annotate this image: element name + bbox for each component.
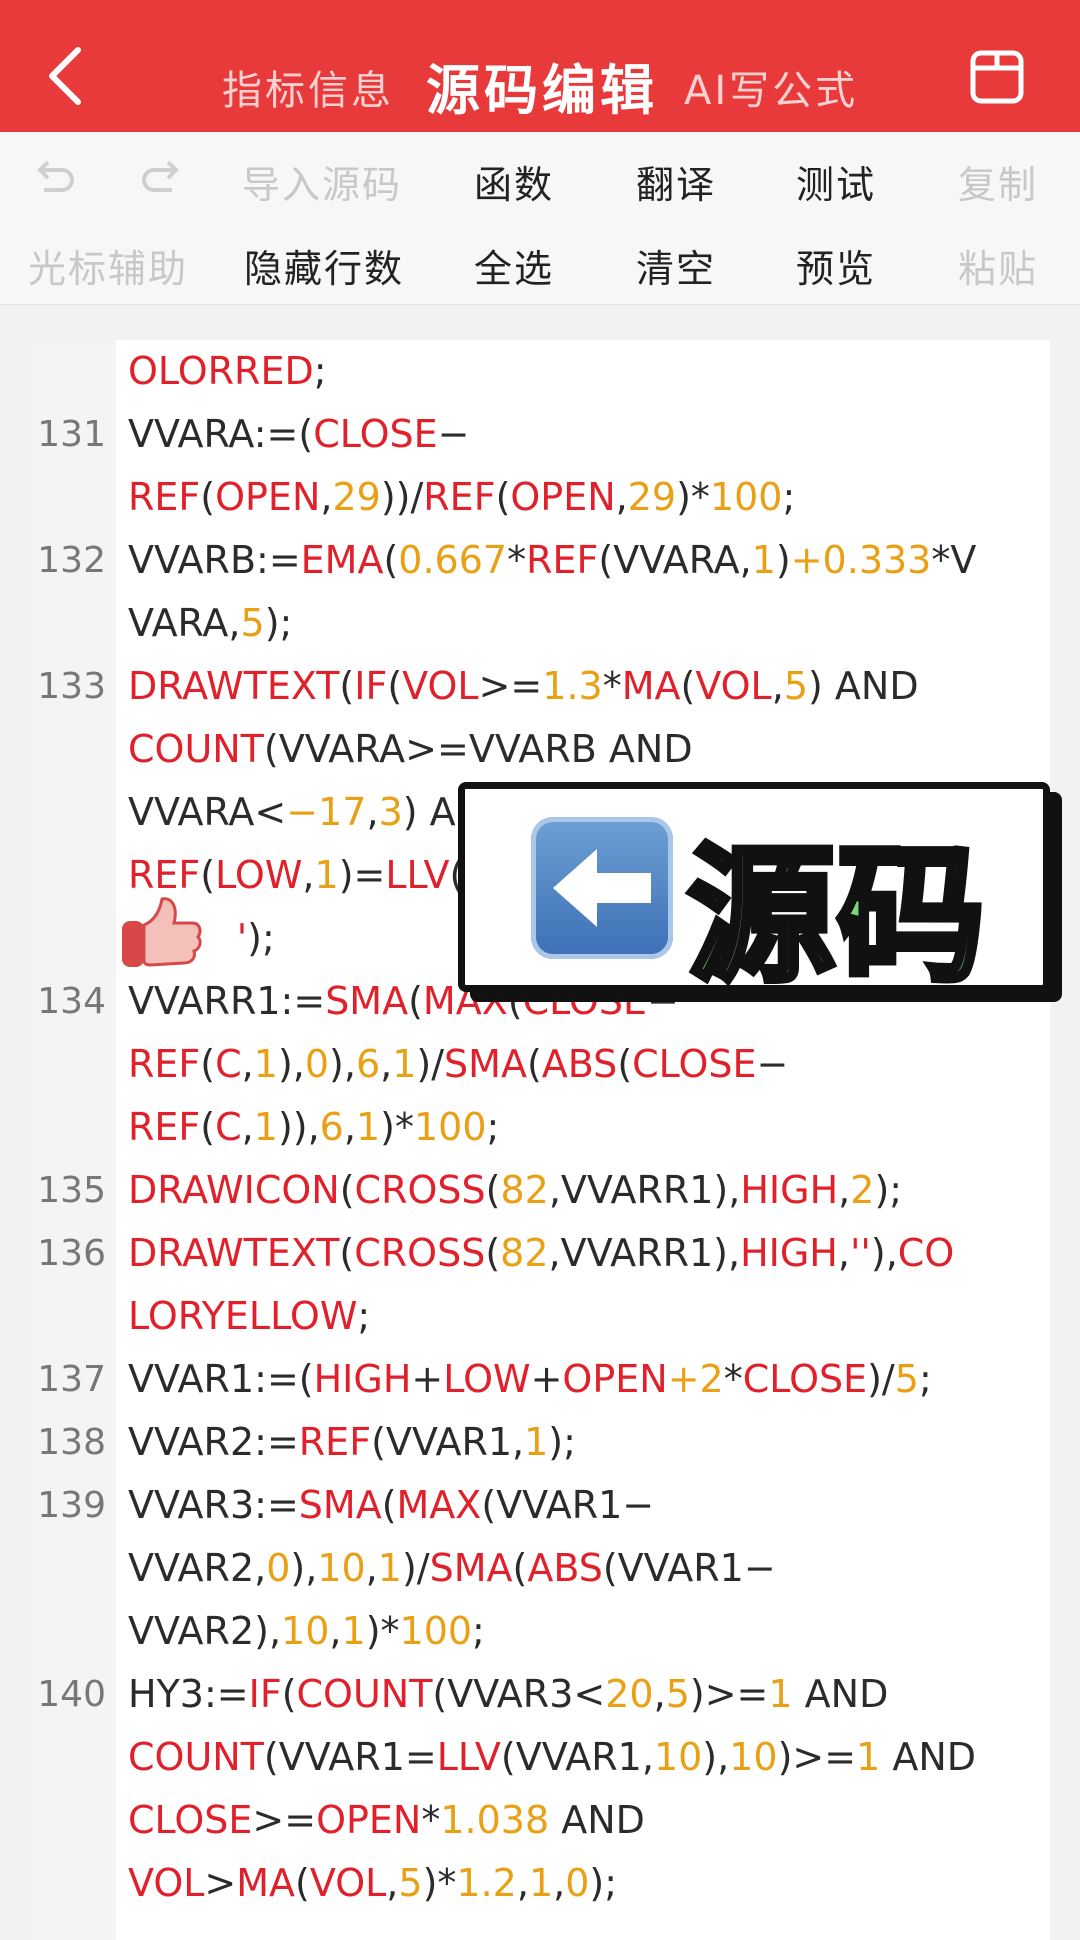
code-text[interactable]: VVAR1:=(HIGH+LOW+OPEN+2*CLOSE)/5;: [128, 1348, 932, 1411]
test-button[interactable]: 测试: [796, 154, 876, 209]
line-number: 133: [37, 666, 106, 707]
code-text[interactable]: DRAWTEXT(IF(VOL>=1.3*MA(VOL,5) AND: [128, 655, 919, 718]
code-line[interactable]: 138 VVAR2:=REF(VVAR1,1);: [28, 1411, 1050, 1474]
undo-button[interactable]: [30, 154, 78, 202]
code-text[interactable]: VOL>MA(VOL,5)*1.2,1,0);: [128, 1852, 617, 1915]
save-button[interactable]: [970, 50, 1024, 104]
line-number: 134: [37, 981, 106, 1022]
code-line[interactable]: 139 VVAR3:=SMA(MAX(VVAR1−: [28, 1474, 1050, 1537]
preview-button[interactable]: 预览: [796, 238, 876, 293]
code-line[interactable]: 136 DRAWTEXT(CROSS(82,VVARR1),HIGH,''),CO: [28, 1222, 1050, 1285]
code-text[interactable]: VARA,5);: [128, 592, 292, 655]
code-text[interactable]: CLOSE>=OPEN*1.038 AND: [128, 1789, 645, 1852]
import-source-button[interactable]: 导入源码: [242, 154, 402, 209]
redo-button[interactable]: [138, 154, 186, 202]
code-text[interactable]: COUNT(VVARA>=VVARB AND: [128, 718, 693, 781]
code-text[interactable]: COUNT(VVAR1=LLV(VVAR1,10),10)>=1 AND: [128, 1726, 976, 1789]
code-area[interactable]: OLORRED; 131 VVARA:=(CLOSE− REF(OPEN,29))/R…: [28, 340, 1050, 1915]
line-number: 135: [37, 1170, 106, 1211]
tab-indicator-info[interactable]: 指标信息: [222, 58, 394, 116]
code-text[interactable]: VVARB:=EMA(0.667*REF(VVARA,1)+0.333*V: [128, 529, 976, 592]
code-line[interactable]: REF(OPEN,29))/REF(OPEN,29)*100;: [28, 466, 1050, 529]
code-text[interactable]: DRAWTEXT(CROSS(82,VVARR1),HIGH,''),CO: [128, 1222, 954, 1285]
code-line[interactable]: 131 VVARA:=(CLOSE−: [28, 403, 1050, 466]
code-text[interactable]: HY3:=IF(COUNT(VVAR3<20,5)>=1 AND: [128, 1663, 888, 1726]
clear-button[interactable]: 清空: [636, 238, 716, 293]
redo-icon: [142, 160, 179, 192]
code-line[interactable]: 132 VVARB:=EMA(0.667*REF(VVARA,1)+0.333*V: [28, 529, 1050, 592]
code-text[interactable]: VVAR2:=REF(VVAR1,1);: [128, 1411, 576, 1474]
line-number: 138: [37, 1422, 106, 1463]
code-editor[interactable]: OLORRED; 131 VVARA:=(CLOSE− REF(OPEN,29))/R…: [28, 340, 1050, 1940]
line-number: 139: [37, 1485, 106, 1526]
code-text[interactable]: REF(OPEN,29))/REF(OPEN,29)*100;: [128, 466, 795, 529]
save-icon: [970, 50, 1024, 104]
left-arrow-emoji-icon: [531, 817, 673, 959]
code-line[interactable]: COUNT(VVAR1=LLV(VVAR1,10),10)>=1 AND: [28, 1726, 1050, 1789]
paste-button[interactable]: 粘贴: [958, 238, 1038, 293]
source-code-sticker: 源码: [458, 782, 1050, 1005]
top-bar: 指标信息 源码编辑 AI写公式: [0, 0, 1080, 132]
back-button[interactable]: [44, 44, 88, 108]
tab-source-edit[interactable]: 源码编辑: [426, 46, 658, 125]
code-line[interactable]: 135 DRAWICON(CROSS(82,VVARR1),HIGH,2);: [28, 1159, 1050, 1222]
code-line[interactable]: LORYELLOW;: [28, 1285, 1050, 1348]
code-line[interactable]: REF(C,1),0),6,1)/SMA(ABS(CLOSE−: [28, 1033, 1050, 1096]
code-text[interactable]: REF(C,1)),6,1)*100;: [128, 1096, 499, 1159]
code-text[interactable]: DRAWICON(CROSS(82,VVARR1),HIGH,2);: [128, 1159, 902, 1222]
line-number: 140: [37, 1674, 106, 1715]
code-line[interactable]: REF(C,1)),6,1)*100;: [28, 1096, 1050, 1159]
code-text[interactable]: REF(C,1),0),6,1)/SMA(ABS(CLOSE−: [128, 1033, 788, 1096]
code-line[interactable]: 137 VVAR1:=(HIGH+LOW+OPEN+2*CLOSE)/5;: [28, 1348, 1050, 1411]
code-text[interactable]: VVARA<−17,3) AND: [128, 781, 513, 844]
chevron-left-icon: [49, 47, 81, 105]
code-line[interactable]: VVAR2,0),10,1)/SMA(ABS(VVAR1−: [28, 1537, 1050, 1600]
editor-toolbar: 导入源码 函数 翻译 测试 复制 光标辅助 隐藏行数 全选 清空 预览 粘贴: [0, 132, 1080, 305]
code-line[interactable]: VVAR2),10,1)*100;: [28, 1600, 1050, 1663]
line-number: 132: [37, 540, 106, 581]
select-all-button[interactable]: 全选: [474, 238, 554, 293]
functions-button[interactable]: 函数: [474, 154, 554, 209]
sticker-title: 源码: [684, 827, 988, 1005]
tab-ai-formula[interactable]: AI写公式: [684, 58, 858, 116]
code-line[interactable]: COUNT(VVARA>=VVARB AND: [28, 718, 1050, 781]
code-line[interactable]: OLORRED;: [28, 340, 1050, 403]
line-number: 136: [37, 1233, 106, 1274]
line-number: 131: [37, 414, 106, 455]
code-line[interactable]: CLOSE>=OPEN*1.038 AND: [28, 1789, 1050, 1852]
undo-icon: [37, 160, 74, 192]
code-text[interactable]: VVARA:=(CLOSE−: [128, 403, 469, 466]
code-line[interactable]: VOL>MA(VOL,5)*1.2,1,0);: [28, 1852, 1050, 1915]
code-line[interactable]: VARA,5);: [28, 592, 1050, 655]
cursor-assist-button[interactable]: 光标辅助: [28, 238, 188, 293]
code-text[interactable]: LORYELLOW;: [128, 1285, 370, 1348]
code-text[interactable]: VVAR2),10,1)*100;: [128, 1600, 485, 1663]
translate-button[interactable]: 翻译: [636, 154, 716, 209]
code-text[interactable]: VVAR3:=SMA(MAX(VVAR1−: [128, 1474, 654, 1537]
code-text[interactable]: OLORRED;: [128, 340, 327, 403]
code-line[interactable]: 133 DRAWTEXT(IF(VOL>=1.3*MA(VOL,5) AND: [28, 655, 1050, 718]
hide-line-numbers-button[interactable]: 隐藏行数: [244, 238, 404, 293]
code-line[interactable]: 140 HY3:=IF(COUNT(VVAR3<20,5)>=1 AND: [28, 1663, 1050, 1726]
thumbs-up-icon: [120, 895, 204, 971]
line-number: 137: [37, 1359, 106, 1400]
copy-button[interactable]: 复制: [958, 154, 1038, 209]
code-text[interactable]: VVAR2,0),10,1)/SMA(ABS(VVAR1−: [128, 1537, 776, 1600]
